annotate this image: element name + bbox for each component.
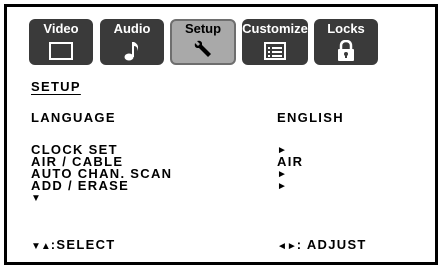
menu-title: SETUP xyxy=(31,79,81,94)
up-down-arrows-icon: ▼▲ xyxy=(31,241,51,252)
adjust-hint: ◄►: ADJUST xyxy=(277,238,367,253)
air-cable-value: AIR xyxy=(277,154,304,169)
menu-item-add-erase[interactable]: ADD / ERASE xyxy=(31,179,129,192)
more-items-down-arrow-icon: ▼ xyxy=(31,193,41,204)
select-hint-label: :SELECT xyxy=(50,237,116,252)
menu-item-language[interactable]: LANGUAGE xyxy=(31,111,116,124)
adjust-hint-label: : ADJUST xyxy=(296,237,367,252)
setup-menu-screen: Video Audio Setup Customize Locks SETUP … xyxy=(4,4,438,265)
add-erase-arrow: ► xyxy=(277,181,287,192)
select-hint: ▼▲:SELECT xyxy=(31,238,116,253)
setup-menu: SETUP LANGUAGE ENGLISH CLOCK SET ► AIR /… xyxy=(7,7,435,262)
language-value: ENGLISH xyxy=(277,110,344,125)
left-right-arrows-icon: ◄► xyxy=(277,241,297,252)
